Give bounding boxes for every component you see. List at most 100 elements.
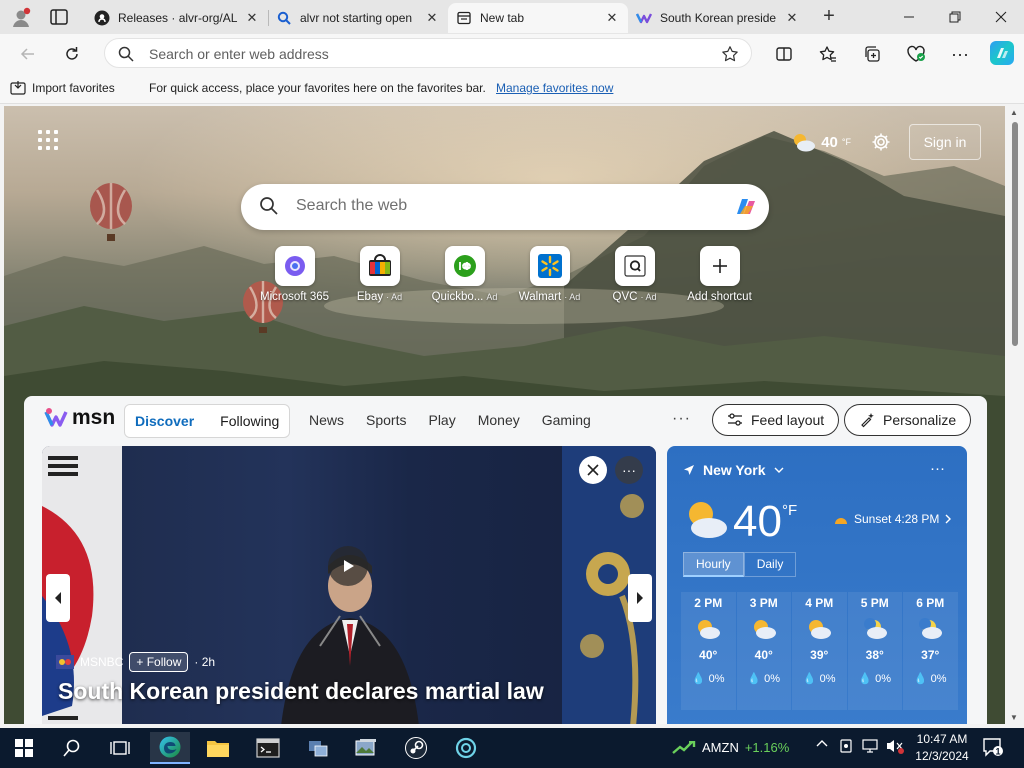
- category-money[interactable]: Money: [478, 412, 520, 428]
- copilot-icon[interactable]: [731, 192, 761, 222]
- sign-in-button[interactable]: Sign in: [909, 124, 981, 160]
- browser-essentials-icon[interactable]: [904, 42, 928, 66]
- msn-logo[interactable]: msn: [44, 406, 115, 430]
- article-headline[interactable]: South Korean president declares martial …: [58, 678, 544, 705]
- hourly-item[interactable]: 3 PM 40° 💧 0%: [736, 592, 791, 710]
- notification-center-button[interactable]: 1: [982, 736, 1004, 758]
- favorites-icon[interactable]: [816, 42, 840, 66]
- address-bar[interactable]: Search or enter web address: [104, 38, 752, 68]
- close-window-button[interactable]: [978, 0, 1024, 34]
- taskbar-steam[interactable]: [396, 732, 436, 764]
- collections-icon[interactable]: [860, 42, 884, 66]
- scroll-up-icon[interactable]: ▲: [1010, 108, 1018, 117]
- shortcut-microsoft365[interactable]: Microsoft 365: [252, 246, 337, 303]
- show-hidden-icons[interactable]: [816, 738, 828, 748]
- weather-more-button[interactable]: ···: [930, 460, 945, 477]
- tab-search[interactable]: alvr not starting open ✕: [268, 3, 448, 33]
- scroll-down-icon[interactable]: ▼: [1010, 713, 1018, 722]
- sunset-info[interactable]: Sunset 4:28 PM: [833, 512, 952, 526]
- category-sports[interactable]: Sports: [366, 412, 406, 428]
- shortcut-quickbooks[interactable]: Quickbo... Ad: [422, 246, 507, 303]
- new-tab-button[interactable]: +: [818, 6, 840, 28]
- taskbar-clock[interactable]: 10:47 AM 12/3/2024: [912, 731, 972, 765]
- next-slide-button[interactable]: [628, 574, 652, 622]
- shortcut-walmart[interactable]: Walmart · Ad: [507, 246, 592, 303]
- tray-device-icon[interactable]: [838, 738, 854, 754]
- close-tab-icon[interactable]: ✕: [244, 10, 260, 26]
- hourly-item[interactable]: 6 PM 37° 💧 0%: [903, 592, 958, 710]
- back-button[interactable]: [14, 40, 42, 68]
- more-categories-button[interactable]: ···: [672, 410, 691, 428]
- favorite-star-icon[interactable]: [721, 45, 739, 66]
- hourly-item[interactable]: 4 PM 39° 💧 0%: [792, 592, 847, 710]
- page-scrollbar[interactable]: ▲ ▼: [1005, 106, 1024, 724]
- refresh-button[interactable]: [58, 40, 86, 68]
- tab-discover[interactable]: Discover: [135, 413, 194, 429]
- terminal-icon: [256, 738, 280, 758]
- article-more-button[interactable]: ···: [615, 456, 643, 484]
- hour-temp: 39°: [810, 648, 829, 662]
- taskbar-app-image[interactable]: [346, 732, 386, 764]
- play-video-button[interactable]: [328, 546, 368, 586]
- hourly-item[interactable]: 2 PM 40° 💧 0%: [681, 592, 736, 710]
- manage-favorites-link[interactable]: Manage favorites now: [496, 81, 613, 95]
- page-settings-icon[interactable]: [869, 130, 893, 154]
- sliders-icon: [728, 413, 742, 426]
- taskbar-alvr[interactable]: [446, 732, 486, 764]
- sparkle-icon: [861, 413, 874, 428]
- restore-button[interactable]: [932, 0, 978, 34]
- close-tab-icon[interactable]: ✕: [784, 10, 800, 26]
- copilot-icon[interactable]: [988, 39, 1016, 67]
- import-favorites-button[interactable]: Import favorites: [10, 80, 115, 96]
- task-view-button[interactable]: [100, 732, 140, 764]
- previous-slide-button[interactable]: [46, 574, 70, 622]
- hour-temp: 40°: [699, 648, 718, 662]
- search-icon: [117, 45, 135, 66]
- weather-location[interactable]: New York: [683, 462, 784, 478]
- hero-article[interactable]: ··· MSNBC + Follow · 2h South Korean pre…: [42, 446, 656, 724]
- msnbc-logo-icon: [56, 655, 74, 669]
- shortcut-qvc[interactable]: QVC · Ad: [592, 246, 677, 303]
- category-play[interactable]: Play: [428, 412, 455, 428]
- split-screen-icon[interactable]: [772, 42, 796, 66]
- web-search-box[interactable]: Search the web: [241, 184, 769, 230]
- dismiss-article-button[interactable]: [579, 456, 607, 484]
- start-button[interactable]: [4, 732, 44, 764]
- search-button[interactable]: [52, 732, 92, 764]
- tray-volume-muted-icon[interactable]: [886, 738, 904, 754]
- category-gaming[interactable]: Gaming: [542, 412, 591, 428]
- taskbar-app-network[interactable]: [298, 732, 338, 764]
- stock-widget[interactable]: AMZN +1.16%: [672, 740, 789, 755]
- weather-mini[interactable]: 40 °F: [791, 131, 851, 153]
- tab-daily[interactable]: Daily: [743, 552, 797, 577]
- shortcut-label: Microsoft 365: [259, 291, 330, 303]
- tab-hourly[interactable]: Hourly: [683, 552, 744, 577]
- shortcut-add[interactable]: Add shortcut: [677, 246, 762, 303]
- minimize-button[interactable]: [886, 0, 932, 34]
- close-tab-icon[interactable]: ✕: [424, 10, 440, 26]
- feed-segmented-control: Discover Following: [124, 404, 291, 438]
- hour-precip: 💧 0%: [691, 673, 725, 685]
- feed-layout-button[interactable]: Feed layout: [712, 404, 840, 436]
- taskbar-edge[interactable]: [150, 732, 190, 764]
- follow-button[interactable]: + Follow: [129, 652, 189, 672]
- tab-actions-icon[interactable]: [48, 8, 70, 26]
- tab-south-korean[interactable]: South Korean preside ✕: [628, 3, 808, 33]
- category-news[interactable]: News: [309, 412, 344, 428]
- close-tab-icon[interactable]: ✕: [604, 10, 620, 26]
- taskbar-terminal[interactable]: [248, 732, 288, 764]
- taskbar-file-explorer[interactable]: [198, 732, 238, 764]
- scrollbar-thumb[interactable]: [1012, 122, 1018, 346]
- tab-new-tab[interactable]: New tab ✕: [448, 3, 628, 33]
- shortcut-ebay[interactable]: Ebay · Ad: [337, 246, 422, 303]
- navigation-bar: Search or enter web address ···: [0, 34, 1024, 72]
- tab-releases[interactable]: Releases · alvr-org/AL ✕: [86, 3, 268, 33]
- tray-network-icon[interactable]: [862, 738, 878, 754]
- personalize-button[interactable]: Personalize: [844, 404, 972, 436]
- hourly-item[interactable]: 5 PM 38° 💧 0%: [847, 592, 902, 710]
- app-launcher-icon[interactable]: [38, 130, 58, 150]
- settings-more-icon[interactable]: ···: [948, 42, 972, 66]
- profile-avatar-icon[interactable]: [10, 7, 32, 29]
- microsoft365-icon: [274, 246, 315, 286]
- tab-following[interactable]: Following: [220, 413, 279, 429]
